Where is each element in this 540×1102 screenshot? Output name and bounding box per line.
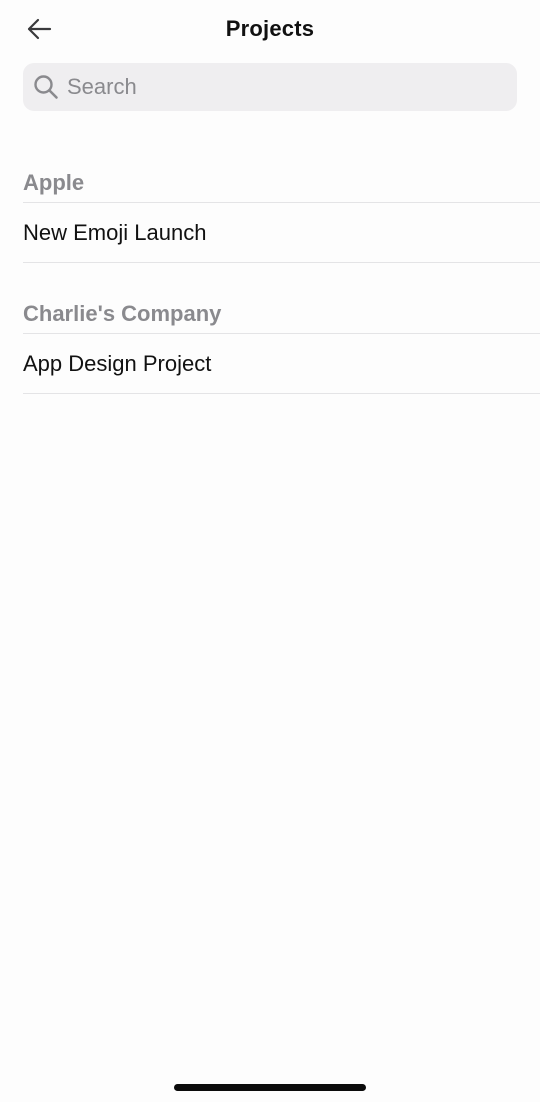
page-title: Projects (225, 16, 315, 41)
section-header-charlies-company: Charlie's Company (23, 296, 540, 334)
section-header-apple: Apple (23, 165, 540, 203)
home-indicator[interactable] (174, 1084, 366, 1091)
navigation-bar: Projects (0, 0, 540, 62)
list-item-new-emoji-launch[interactable]: New Emoji Launch (23, 203, 540, 263)
list-item-app-design-project[interactable]: App Design Project (23, 334, 540, 394)
search-icon (33, 74, 59, 100)
search-bar[interactable] (23, 63, 517, 111)
search-input[interactable] (67, 74, 487, 100)
